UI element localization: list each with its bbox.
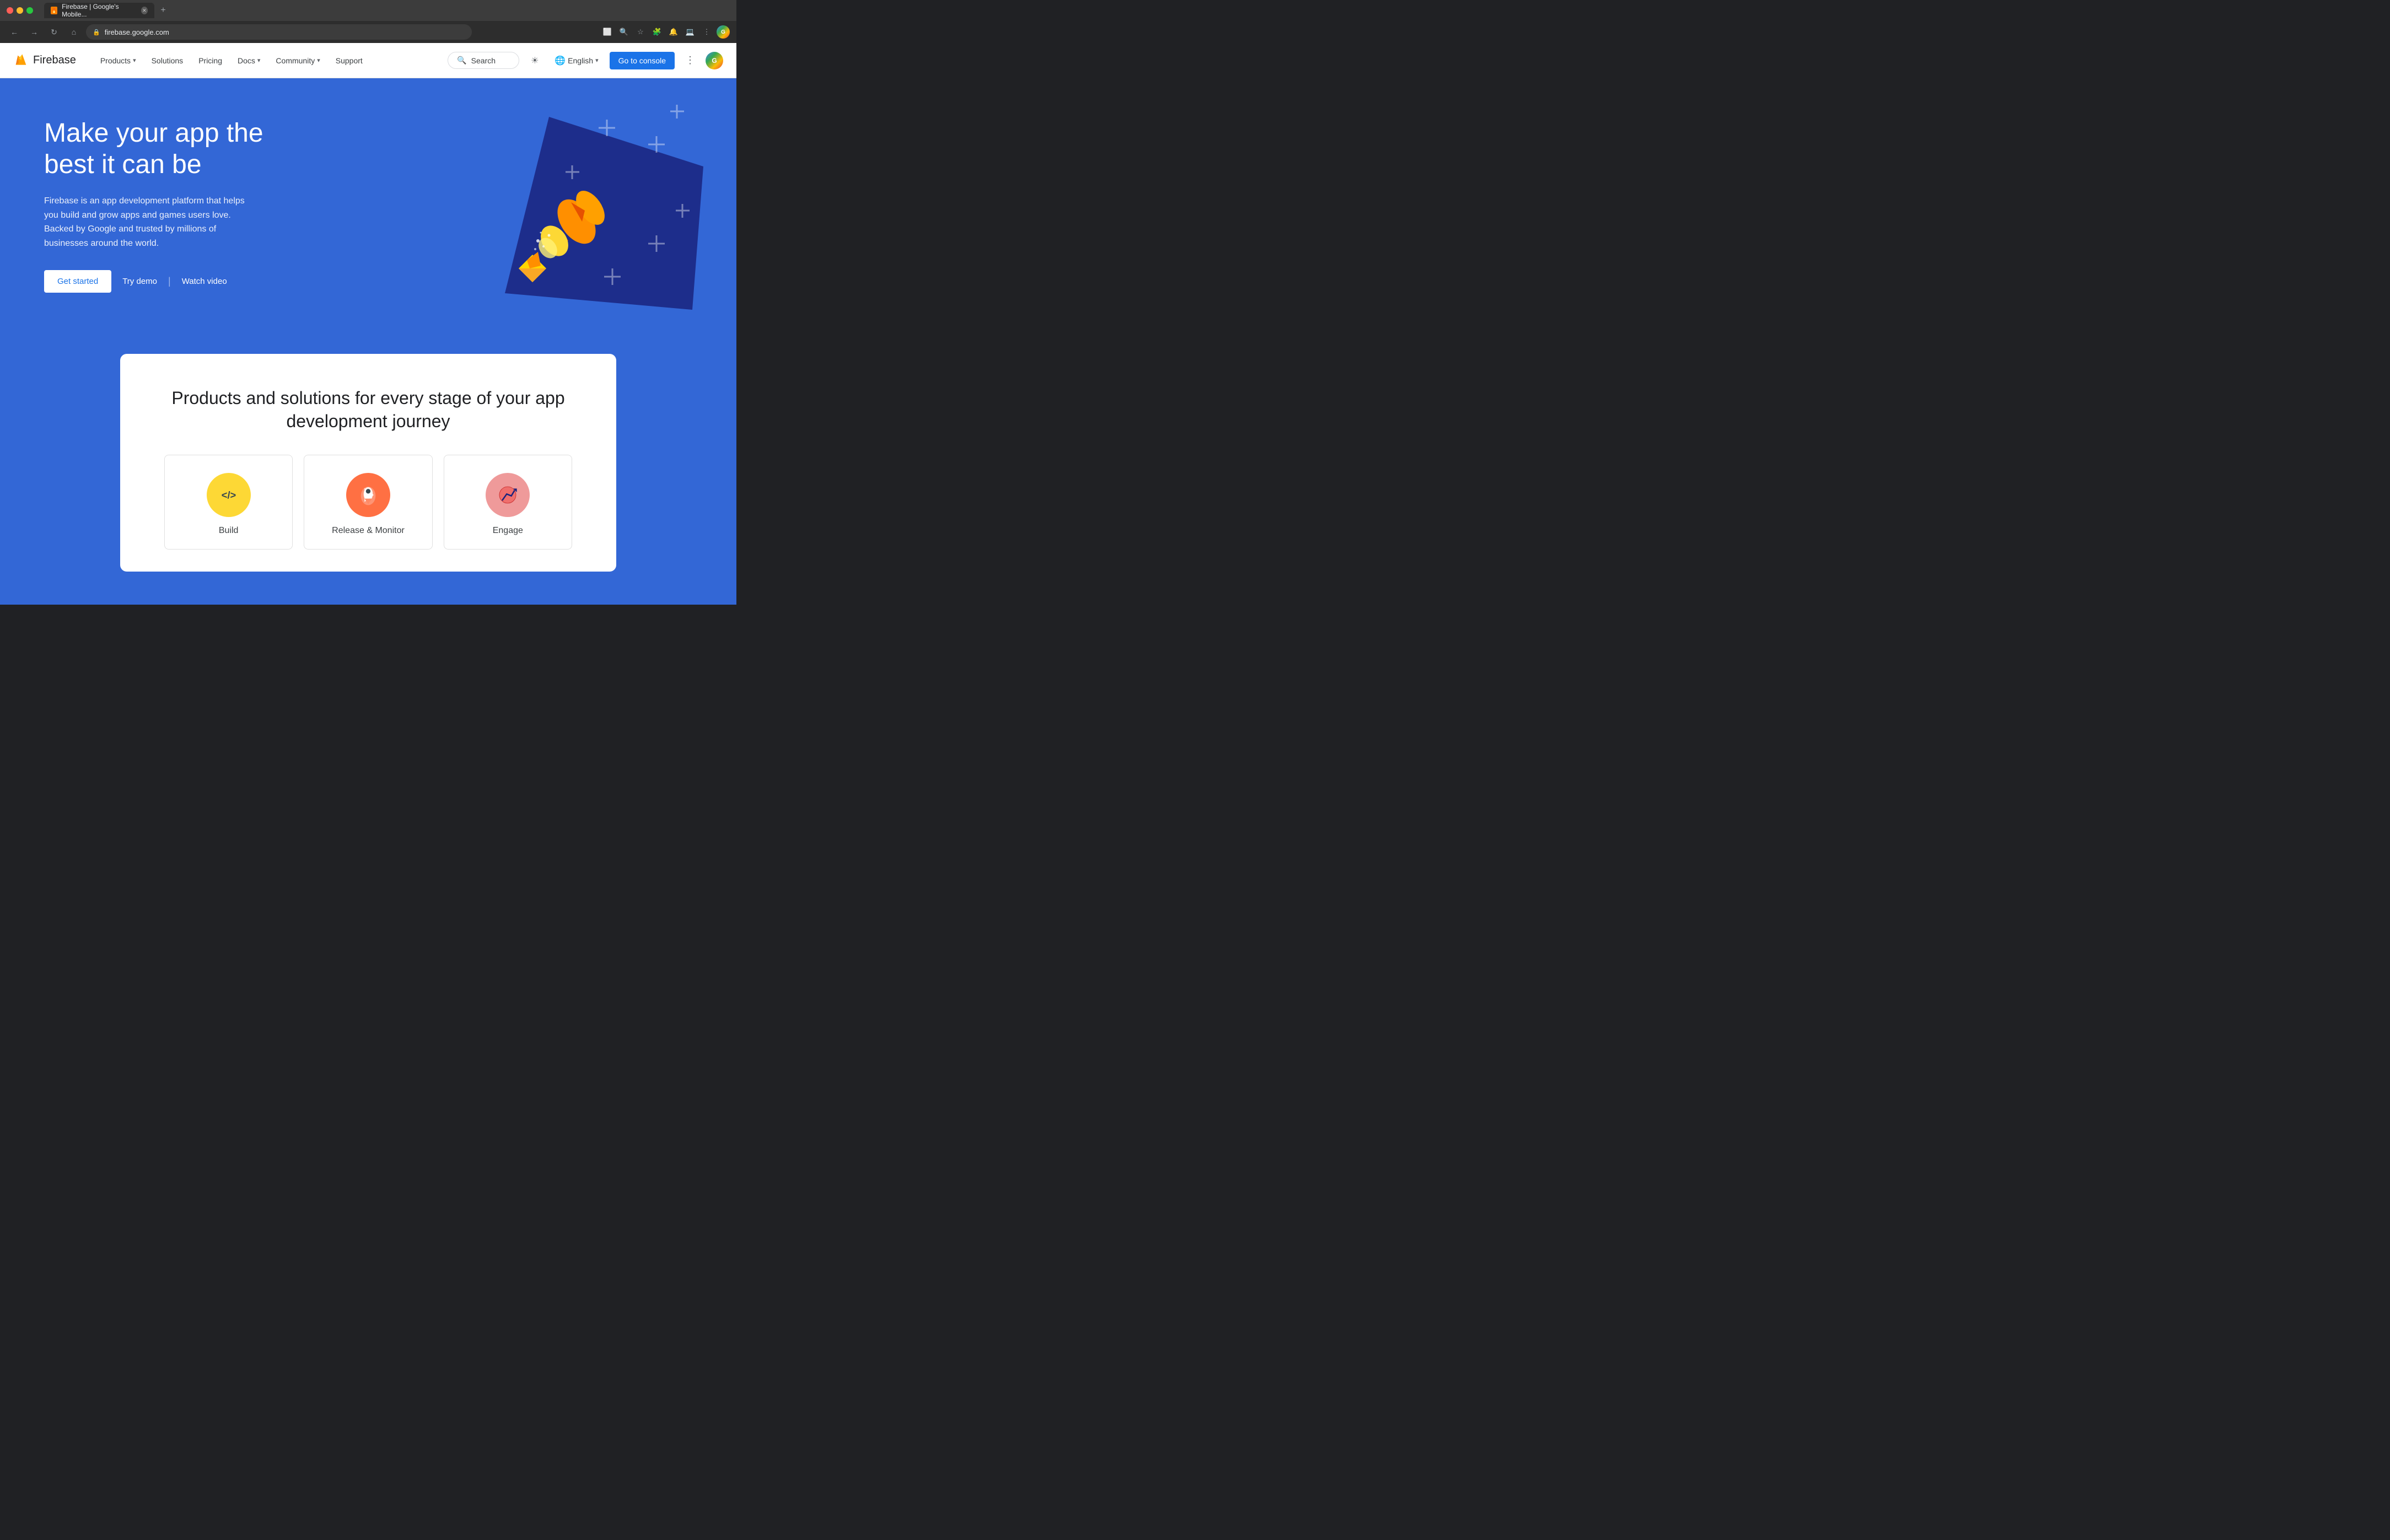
url-text: firebase.google.com (105, 28, 169, 36)
go-to-console-button[interactable]: Go to console (610, 52, 675, 69)
browser-toolbar: ← → ↻ ⌂ 🔒 firebase.google.com ⬜ 🔍 ☆ 🧩 🔔 … (0, 21, 736, 43)
nav-links: Products ▾ Solutions Pricing Docs ▾ Comm… (94, 52, 434, 69)
product-release-monitor[interactable]: Release & Monitor (304, 455, 432, 550)
language-selector[interactable]: 🌐 English ▾ (550, 52, 602, 69)
nav-community[interactable]: Community ▾ (269, 52, 326, 69)
products-card: Products and solutions for every stage o… (120, 354, 616, 572)
more-options-button[interactable]: ⋮ (681, 52, 699, 69)
nav-products[interactable]: Products ▾ (94, 52, 143, 69)
community-chevron-icon: ▾ (317, 57, 320, 64)
engage-icon (486, 473, 530, 517)
logo[interactable]: Firebase (13, 53, 76, 68)
divider: | (168, 276, 171, 287)
close-tab-button[interactable]: ✕ (141, 7, 148, 14)
products-title: Products and solutions for every stage o… (164, 387, 572, 433)
back-button[interactable]: ← (7, 24, 22, 40)
release-monitor-label: Release & Monitor (332, 526, 405, 536)
close-window-button[interactable] (7, 7, 13, 14)
globe-icon: 🌐 (555, 55, 566, 66)
hero-section: Make your app the best it can be Firebas… (0, 78, 736, 332)
release-icon (346, 473, 390, 517)
build-label: Build (219, 526, 239, 536)
lock-icon: 🔒 (93, 29, 100, 36)
search-label: Search (471, 56, 496, 65)
minimize-window-button[interactable] (17, 7, 23, 14)
menu-button[interactable]: ⋮ (700, 25, 713, 39)
extension-icon[interactable]: 🧩 (650, 25, 664, 39)
tab-favicon: 🔥 (51, 7, 57, 14)
svg-text:</>: </> (221, 489, 236, 501)
bookmark-icon[interactable]: ☆ (634, 25, 647, 39)
logo-text: Firebase (33, 54, 76, 67)
traffic-lights (7, 7, 33, 14)
navbar: Firebase Products ▾ Solutions Pricing Do… (0, 43, 736, 78)
theme-toggle-button[interactable]: ☀ (526, 52, 543, 69)
product-engage[interactable]: Engage (444, 455, 572, 550)
address-bar[interactable]: 🔒 firebase.google.com (86, 24, 472, 40)
tab-bar: 🔥 Firebase | Google's Mobile... ✕ + (44, 3, 170, 18)
hero-title: Make your app the best it can be (44, 117, 309, 181)
lens-icon[interactable]: 🔍 (617, 25, 631, 39)
forward-button[interactable]: → (26, 24, 42, 40)
toolbar-actions: ⬜ 🔍 ☆ 🧩 🔔 💻 ⋮ G (601, 25, 730, 39)
hero-content: Make your app the best it can be Firebas… (44, 117, 309, 293)
tab-title: Firebase | Google's Mobile... (62, 3, 134, 18)
maximize-window-button[interactable] (26, 7, 33, 14)
new-tab-button[interactable]: + (157, 4, 170, 17)
engage-label: Engage (493, 526, 523, 536)
try-demo-link[interactable]: Try demo (122, 277, 157, 286)
browser-titlebar: 🔥 Firebase | Google's Mobile... ✕ + (0, 0, 736, 21)
refresh-button[interactable]: ↻ (46, 24, 62, 40)
browser-chrome: 🔥 Firebase | Google's Mobile... ✕ + ← → … (0, 0, 736, 43)
hero-description: Firebase is an app development platform … (44, 194, 254, 250)
search-icon: 🔍 (457, 56, 466, 65)
nav-solutions[interactable]: Solutions (145, 52, 190, 69)
cast-icon[interactable]: ⬜ (601, 25, 614, 39)
home-button[interactable]: ⌂ (66, 24, 82, 40)
hero-illustration (395, 100, 703, 310)
rocket-illustration (395, 100, 703, 310)
docs-chevron-icon: ▾ (257, 57, 261, 64)
product-build[interactable]: </> Build (164, 455, 293, 550)
user-avatar[interactable]: G (706, 52, 723, 69)
nav-right: 🔍 Search ☀ 🌐 English ▾ Go to console ⋮ G (448, 52, 723, 69)
notification-icon[interactable]: 🔔 (667, 25, 680, 39)
hero-actions: Get started Try demo | Watch video (44, 270, 309, 293)
products-grid: </> Build R (164, 455, 572, 550)
nav-docs[interactable]: Docs ▾ (231, 52, 267, 69)
search-button[interactable]: 🔍 Search (448, 52, 519, 69)
profile-button[interactable]: G (717, 25, 730, 39)
nav-support[interactable]: Support (329, 52, 369, 69)
screen-share-icon[interactable]: 💻 (683, 25, 697, 39)
build-icon: </> (207, 473, 251, 517)
products-chevron-icon: ▾ (133, 57, 136, 64)
active-tab[interactable]: 🔥 Firebase | Google's Mobile... ✕ (44, 3, 154, 18)
products-section: Products and solutions for every stage o… (0, 332, 736, 605)
language-chevron-icon: ▾ (595, 57, 599, 64)
language-label: English (568, 56, 593, 65)
nav-pricing[interactable]: Pricing (192, 52, 229, 69)
firebase-logo-icon (13, 53, 29, 68)
watch-video-link[interactable]: Watch video (182, 277, 227, 286)
get-started-button[interactable]: Get started (44, 270, 111, 293)
